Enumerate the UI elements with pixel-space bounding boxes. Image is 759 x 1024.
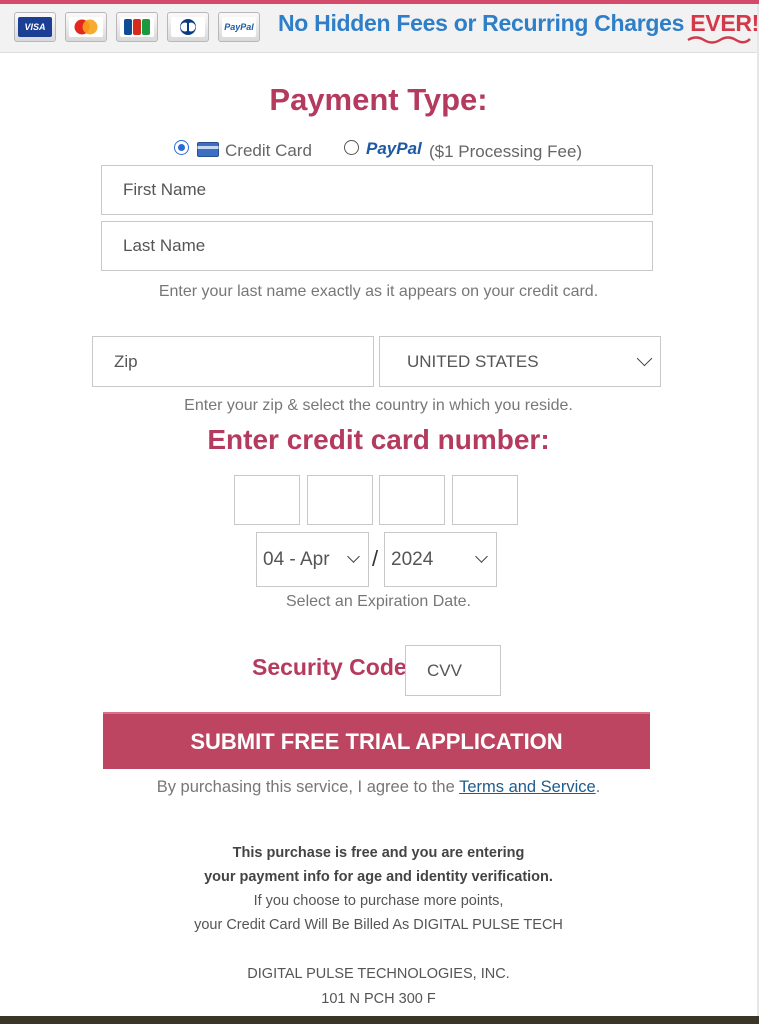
paypal-radio[interactable] — [344, 140, 359, 155]
cvv-field[interactable]: CVV — [405, 645, 501, 696]
expiration-month-value: 04 - Apr — [263, 548, 330, 570]
terms-text: By purchasing this service, I agree to t… — [0, 778, 757, 797]
credit-card-label: Credit Card — [225, 141, 312, 160]
payment-type-title: Payment Type: — [269, 82, 488, 117]
squiggle-underline-icon — [687, 36, 752, 44]
terms-suffix: . — [595, 778, 601, 796]
fine-print-line-2: your payment info for age and identity v… — [204, 869, 553, 885]
fine-print-line-1: This purchase is free and you are enteri… — [232, 845, 525, 861]
chevron-down-icon — [347, 550, 360, 563]
paypal-card-icon: PayPal — [218, 12, 260, 42]
card-number-box-1[interactable] — [234, 475, 300, 525]
cvv-placeholder: CVV — [427, 660, 462, 680]
paypal-fee-note: ($1 Processing Fee) — [429, 142, 583, 161]
chevron-down-icon — [636, 350, 653, 367]
first-name-placeholder: First Name — [123, 180, 207, 199]
mastercard-card-icon — [65, 12, 107, 42]
banner-headline: No Hidden Fees or Recurring Charges EVER… — [278, 10, 759, 44]
last-name-placeholder: Last Name — [123, 236, 206, 255]
last-name-hint: Enter your last name exactly as it appea… — [158, 283, 599, 300]
payment-banner: VISA PayPal No Hidden Fees or Recurring … — [0, 4, 759, 53]
credit-card-icon — [197, 142, 219, 157]
country-select[interactable]: UNITED STATES — [379, 336, 661, 387]
diners-club-card-icon — [167, 12, 209, 42]
card-number-title: Enter credit card number: — [207, 424, 550, 455]
zip-placeholder: Zip — [114, 351, 138, 371]
chevron-down-icon — [475, 550, 488, 563]
terms-prefix: By purchasing this service, I agree to t… — [156, 778, 460, 796]
payment-page: VISA PayPal No Hidden Fees or Recurring … — [0, 0, 759, 1016]
zip-field[interactable]: Zip — [92, 336, 374, 387]
expiration-month-select[interactable]: 04 - Apr — [256, 532, 369, 587]
card-number-box-2[interactable] — [307, 475, 373, 525]
jcb-card-icon — [116, 12, 158, 42]
terms-link[interactable]: Terms and Service — [459, 778, 596, 796]
banner-emphasis: EVER! — [687, 10, 759, 44]
expiration-hint: Select an Expiration Date. — [286, 593, 471, 610]
credit-card-radio[interactable] — [174, 140, 189, 155]
expiration-year-value: 2024 — [391, 548, 434, 570]
country-value: UNITED STATES — [407, 351, 539, 371]
paypal-logo: PayPal — [366, 139, 422, 158]
expiration-separator: / — [372, 546, 379, 571]
fine-print-line-3: If you choose to purchase more points, — [253, 893, 504, 909]
card-number-box-4[interactable] — [452, 475, 518, 525]
card-number-box-3[interactable] — [379, 475, 445, 525]
visa-card-icon: VISA — [14, 12, 56, 42]
expiration-year-select[interactable]: 2024 — [384, 532, 497, 587]
first-name-field[interactable]: First Name — [101, 165, 653, 215]
submit-button[interactable]: SUBMIT FREE TRIAL APPLICATION — [103, 712, 650, 769]
zip-hint: Enter your zip & select the country in w… — [184, 397, 573, 414]
security-code-label: Security Code: — [252, 654, 415, 680]
last-name-field[interactable]: Last Name — [101, 221, 653, 271]
company-address: 101 N PCH 300 F — [321, 991, 436, 1007]
company-name: DIGITAL PULSE TECHNOLOGIES, INC. — [247, 966, 510, 982]
bottom-strip — [0, 1016, 759, 1024]
fine-print-line-4: your Credit Card Will Be Billed As DIGIT… — [194, 917, 563, 933]
